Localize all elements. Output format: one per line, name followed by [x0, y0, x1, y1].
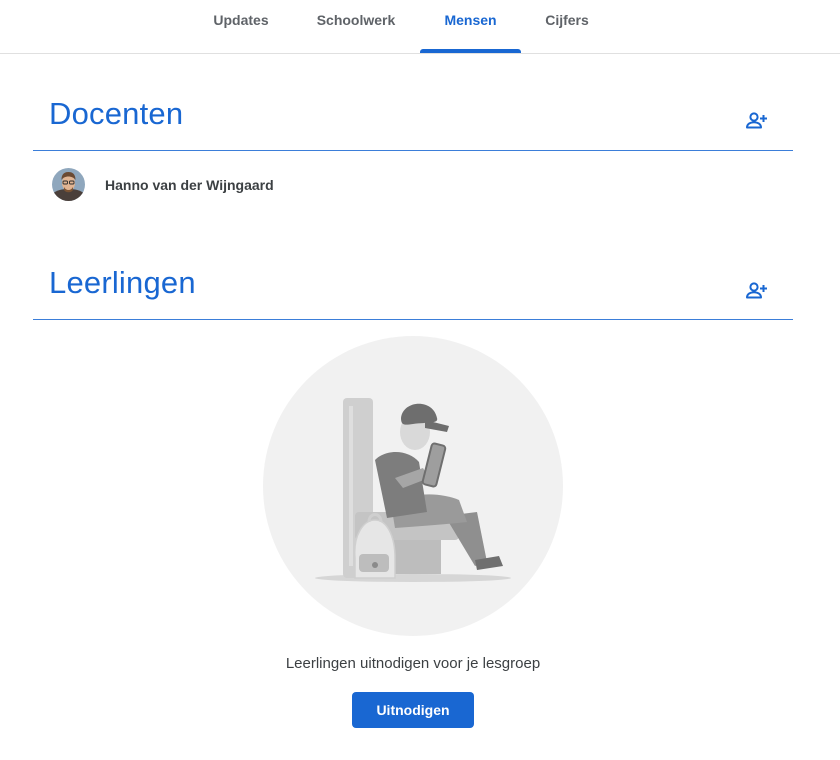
- avatar[interactable]: [52, 168, 85, 201]
- add-teacher-button[interactable]: [743, 106, 771, 134]
- person-add-icon: [746, 112, 767, 129]
- tab-bar: Updates Schoolwerk Mensen Cijfers: [0, 0, 840, 54]
- tab-updates[interactable]: Updates: [204, 0, 278, 53]
- empty-state-illustration: [263, 336, 563, 636]
- add-student-button[interactable]: [743, 276, 771, 304]
- students-divider: [33, 319, 793, 320]
- list-item: Hanno van der Wijngaard: [52, 168, 752, 202]
- tab-schoolwerk[interactable]: Schoolwerk: [308, 0, 404, 53]
- teacher-name: Hanno van der Wijngaard: [105, 177, 274, 193]
- students-heading: Leerlingen: [49, 265, 196, 300]
- empty-state-message: Leerlingen uitnodigen voor je lesgroep: [285, 655, 541, 672]
- person-add-icon: [746, 282, 767, 299]
- tab-cijfers[interactable]: Cijfers: [535, 0, 599, 53]
- tab-mensen[interactable]: Mensen: [420, 0, 521, 53]
- tab-label: Mensen: [444, 12, 497, 28]
- tab-label: Cijfers: [545, 12, 589, 28]
- teachers-heading: Docenten: [49, 96, 184, 131]
- tab-label: Schoolwerk: [316, 12, 396, 28]
- tab-label: Updates: [213, 12, 269, 28]
- teachers-divider: [33, 150, 793, 151]
- invite-students-button[interactable]: Uitnodigen: [352, 692, 474, 728]
- active-tab-indicator: [420, 49, 521, 53]
